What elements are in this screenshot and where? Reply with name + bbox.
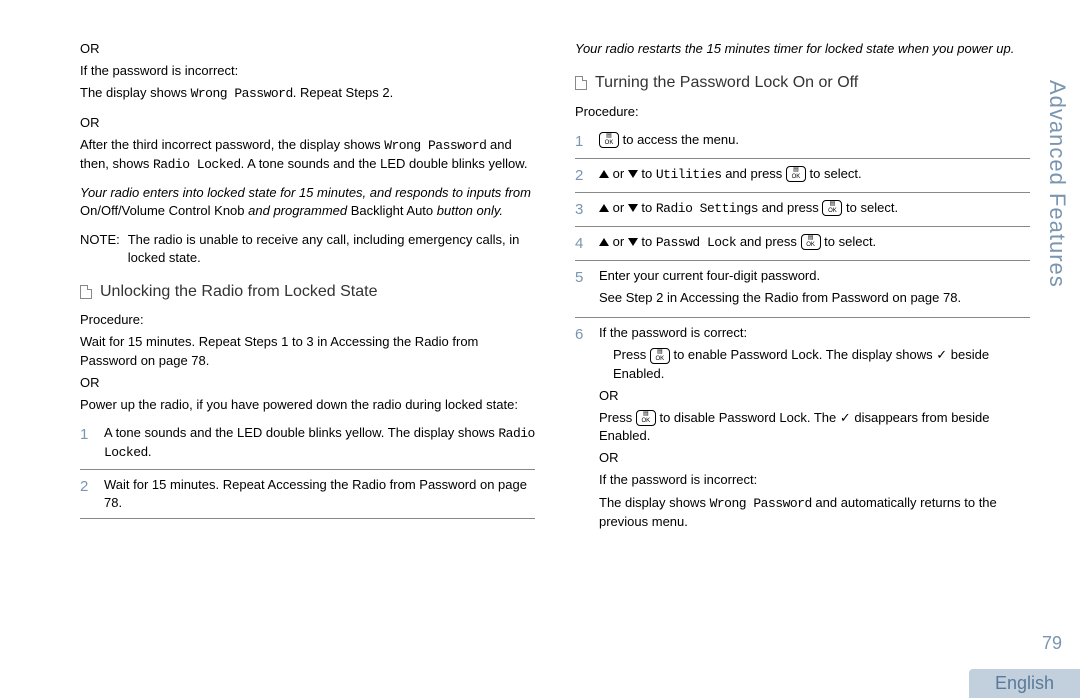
right-column: Your radio restarts the 15 minutes timer… <box>575 40 1030 640</box>
down-arrow-icon <box>628 238 638 246</box>
text-line: Wait for 15 minutes. Repeat Steps 1 to 3… <box>80 333 535 369</box>
down-arrow-icon <box>628 204 638 212</box>
step-number: 2 <box>575 165 589 186</box>
step-body: or to Passwd Lock and press ▤OK to selec… <box>599 233 1030 252</box>
italic-note: Your radio restarts the 15 minutes timer… <box>575 40 1030 58</box>
ok-button-icon: ▤OK <box>636 410 656 426</box>
step-row: 6 If the password is correct: Press ▤OK … <box>575 318 1030 541</box>
step-row: 2 Wait for 15 minutes. Repeat Accessing … <box>80 470 535 519</box>
text-line: If the password is incorrect: <box>80 62 535 80</box>
note-block: NOTE: The radio is unable to receive any… <box>80 231 535 267</box>
step-number: 1 <box>80 424 94 445</box>
note-label: NOTE: <box>80 231 120 267</box>
step-body: A tone sounds and the LED double blinks … <box>104 424 535 462</box>
ok-button-icon: ▤OK <box>786 166 806 182</box>
step-number: 6 <box>575 324 589 345</box>
document-icon <box>575 76 587 90</box>
display-text: Radio Locked <box>153 157 241 172</box>
step-body: If the password is correct: Press ▤OK to… <box>599 324 1030 535</box>
section-heading-password-lock: Turning the Password Lock On or Off <box>575 72 1030 94</box>
step-body: ▤OK to access the menu. <box>599 131 1030 149</box>
display-text: Wrong Password <box>191 86 293 101</box>
page-content: OR If the password is incorrect: The dis… <box>0 0 1080 640</box>
text-line: After the third incorrect password, the … <box>80 136 535 174</box>
step-body: Wait for 15 minutes. Repeat Accessing th… <box>104 476 535 512</box>
ok-button-icon: ▤OK <box>801 234 821 250</box>
note-body: The radio is unable to receive any call,… <box>128 231 535 267</box>
step-body: or to Radio Settings and press ▤OK to se… <box>599 199 1030 218</box>
ok-button-icon: ▤OK <box>822 200 842 216</box>
section-heading-unlocking: Unlocking the Radio from Locked State <box>80 281 535 303</box>
text-or: OR <box>80 374 535 392</box>
text-line: The display shows Wrong Password and aut… <box>599 494 1030 531</box>
procedure-label: Procedure: <box>575 103 1030 121</box>
step-number: 3 <box>575 199 589 220</box>
document-icon <box>80 285 92 299</box>
step-row: 5 Enter your current four-digit password… <box>575 261 1030 318</box>
ok-button-icon: ▤OK <box>599 132 619 148</box>
step-row: 1 ▤OK to access the menu. <box>575 125 1030 159</box>
up-arrow-icon <box>599 204 609 212</box>
text-or: OR <box>80 114 535 132</box>
text-line: If the password is incorrect: <box>599 471 1030 489</box>
display-text: Wrong Password <box>384 138 486 153</box>
footer: English <box>0 662 1080 698</box>
text-or: OR <box>599 387 1030 405</box>
step-row: 1 A tone sounds and the LED double blink… <box>80 418 535 469</box>
step-number: 1 <box>575 131 589 152</box>
step-row: 2 or to Utilities and press ▤OK to selec… <box>575 159 1030 193</box>
left-column: OR If the password is incorrect: The dis… <box>80 40 535 640</box>
text-or: OR <box>80 40 535 58</box>
display-text: Utilities <box>656 167 722 182</box>
text-line: Press ▤OK to enable Password Lock. The d… <box>599 346 1030 382</box>
up-arrow-icon <box>599 170 609 178</box>
display-text: Wrong Password <box>710 496 812 511</box>
step-number: 2 <box>80 476 94 497</box>
display-text: Passwd Lock <box>656 235 736 250</box>
step-body: or to Utilities and press ▤OK to select. <box>599 165 1030 184</box>
up-arrow-icon <box>599 238 609 246</box>
down-arrow-icon <box>628 170 638 178</box>
step-number: 4 <box>575 233 589 254</box>
display-text: Radio Settings <box>656 201 758 216</box>
language-tab: English <box>969 669 1080 698</box>
step-row: 3 or to Radio Settings and press ▤OK to … <box>575 193 1030 227</box>
text-line: Power up the radio, if you have powered … <box>80 396 535 414</box>
step-body: Enter your current four-digit password. … <box>599 267 1030 311</box>
sidebar-section-title: Advanced Features <box>1044 80 1070 288</box>
ok-button-icon: ▤OK <box>650 348 670 364</box>
text-line: The display shows Wrong Password. Repeat… <box>80 84 535 103</box>
page-number: 79 <box>1042 633 1062 654</box>
step-number: 5 <box>575 267 589 288</box>
italic-note: Your radio enters into locked state for … <box>80 184 535 220</box>
procedure-label: Procedure: <box>80 311 535 329</box>
text-line: Press ▤OK to disable Password Lock. The … <box>599 409 1030 445</box>
step-row: 4 or to Passwd Lock and press ▤OK to sel… <box>575 227 1030 261</box>
text-or: OR <box>599 449 1030 467</box>
